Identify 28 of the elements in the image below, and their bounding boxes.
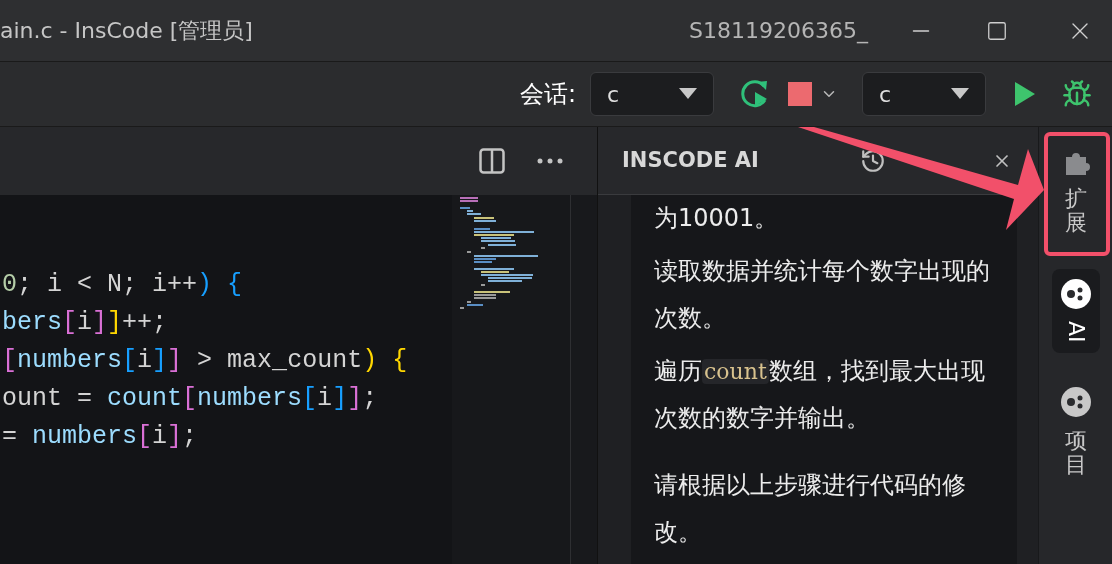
play-icon[interactable] xyxy=(1014,81,1036,107)
split-editor-icon[interactable] xyxy=(479,148,505,174)
more-icon[interactable] xyxy=(537,158,563,164)
activity-item[interactable]: 扩展 xyxy=(1051,139,1100,246)
message-text: 遍历count数组，找到最大出现次数的数字并输出。 xyxy=(654,356,986,434)
code-line: [numbers[i]] > max_count) { xyxy=(1,345,409,377)
activity-item[interactable]: AI xyxy=(1051,269,1100,353)
bug-icon[interactable] xyxy=(1062,79,1092,109)
window-title: ain.c - InsCode [管理员] xyxy=(0,17,253,45)
smiley-icon xyxy=(1060,386,1091,417)
caret-icon xyxy=(951,88,969,100)
activity-item[interactable]: 项目 xyxy=(1051,376,1100,488)
caret-icon xyxy=(679,88,697,100)
code-line: 0; i < N; i++) { xyxy=(1,269,244,301)
user-name: S18119206365_ xyxy=(689,17,868,46)
maximize-icon[interactable] xyxy=(986,19,1008,42)
dropdown[interactable]: c xyxy=(590,72,714,116)
history-icon[interactable] xyxy=(860,147,886,174)
message-text: 为10001。 xyxy=(654,203,780,234)
code-line: ount = count[numbers[i]]; xyxy=(1,383,379,415)
smiley-icon xyxy=(1060,279,1091,310)
code-line: = numbers[i]; xyxy=(1,421,199,453)
dropdown[interactable]: c xyxy=(862,72,986,116)
panel-title: INSCODE AI xyxy=(622,146,759,174)
code-line: bers[i]]++; xyxy=(1,307,169,339)
message-text: 请根据以上步骤进行代码的修改。 xyxy=(654,470,967,548)
session-label: 会话: xyxy=(519,79,576,110)
message-text: 读取数据并统计每个数字出现的次数。 xyxy=(654,256,991,334)
